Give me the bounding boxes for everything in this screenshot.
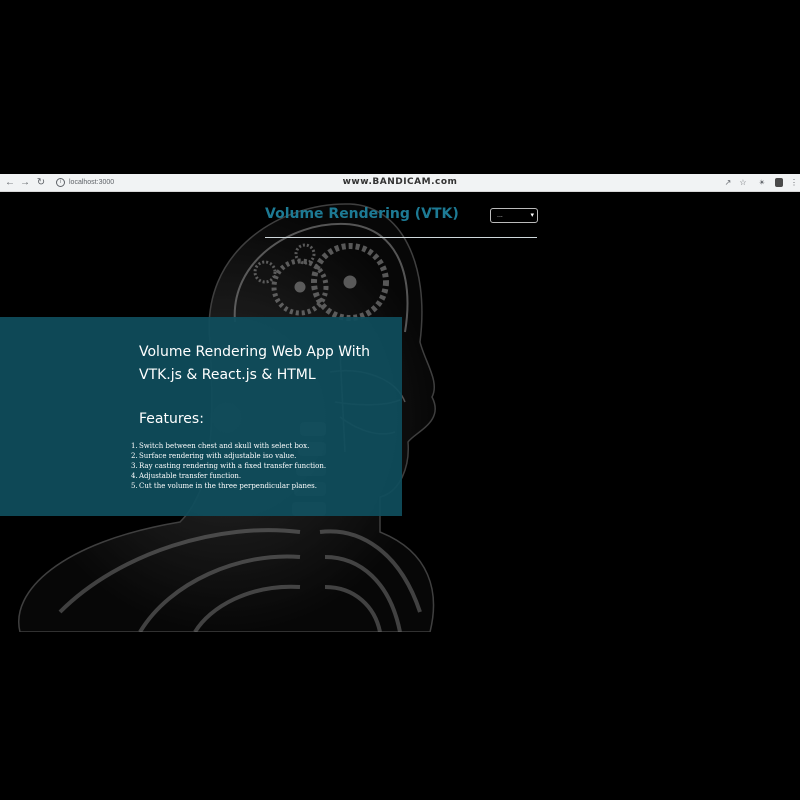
extensions-icon[interactable]: ✴ — [755, 174, 769, 191]
dataset-select[interactable]: ... ▾ — [490, 208, 538, 223]
page-title: Volume Rendering (VTK) — [265, 206, 459, 222]
page-viewport: Volume Rendering (VTK) ... ▾ Volume Rend… — [0, 192, 800, 800]
feature-item: 3. Ray casting rendering with a fixed tra… — [131, 462, 327, 470]
panel-heading: Volume Rendering Web App With VTK.js & R… — [139, 344, 371, 383]
chevron-down-icon: ▾ — [530, 212, 534, 219]
feature-item: 1. Switch between chest and skull with se… — [131, 442, 310, 450]
title-divider — [265, 237, 537, 238]
back-arrow-icon[interactable]: ← — [3, 174, 17, 191]
profile-avatar-icon[interactable] — [775, 178, 783, 187]
info-icon[interactable]: i — [56, 177, 65, 187]
share-icon[interactable]: ↗ — [721, 174, 735, 191]
feature-item: 2. Surface rendering with adjustable iso … — [131, 452, 297, 460]
url-text: localhost:3000 — [69, 179, 115, 186]
feature-item: 5. Cut the volume in the three perpendicu… — [131, 482, 317, 490]
more-menu-icon[interactable]: ⋮ — [787, 174, 800, 191]
feature-item: 4. Adjustable transfer function. — [131, 472, 242, 480]
recorder-watermark: www.BANDICAM.com — [342, 177, 458, 187]
features-title: Features: — [139, 411, 204, 427]
reload-icon[interactable]: ↻ — [34, 174, 48, 191]
select-value: ... — [497, 212, 503, 219]
features-list: 1. Switch between chest and skull with se… — [131, 441, 399, 491]
bookmark-star-icon[interactable]: ☆ — [736, 174, 750, 191]
forward-arrow-icon[interactable]: → — [18, 174, 32, 191]
info-panel: Volume Rendering Web App With VTK.js & R… — [0, 317, 402, 516]
